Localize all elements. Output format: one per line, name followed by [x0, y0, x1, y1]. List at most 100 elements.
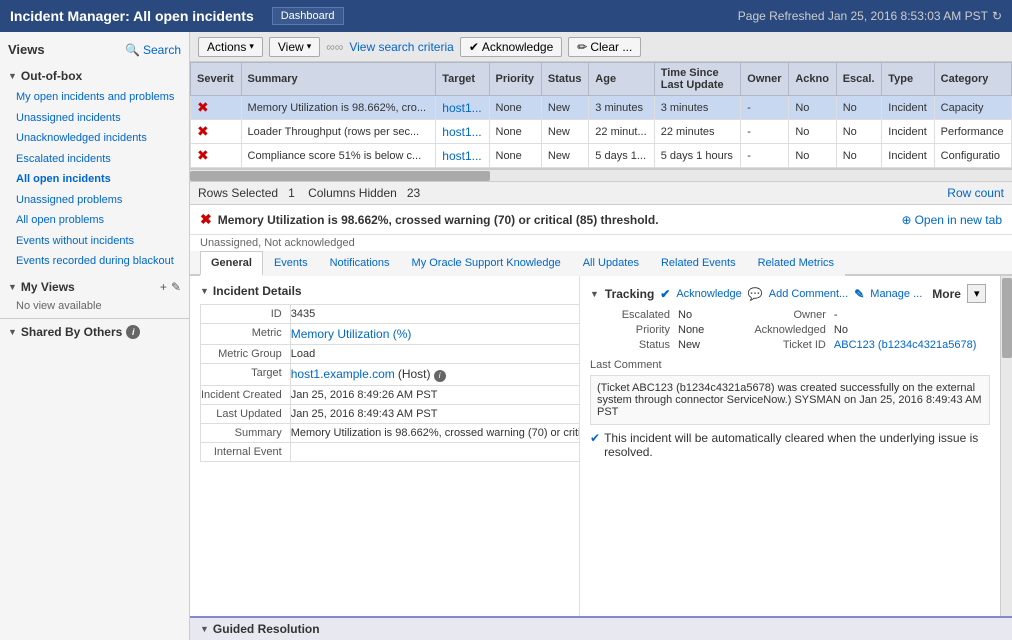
col-summary[interactable]: Summary	[241, 63, 436, 96]
manage-link[interactable]: Manage ...	[870, 288, 922, 300]
auto-clear-notice: ✔ This incident will be automatically cl…	[590, 431, 990, 459]
cell-category: Capacity	[934, 96, 1011, 120]
shared-by-others-header[interactable]: ▼ Shared By Others i	[0, 318, 189, 345]
rows-selected-count: 1	[288, 186, 295, 200]
tab-events[interactable]: Events	[263, 251, 319, 276]
target-link-cell[interactable]: host1...	[442, 149, 481, 163]
check-icon: ✔	[469, 40, 479, 54]
table-row[interactable]: ✖ Compliance score 51% is below c... hos…	[191, 144, 1012, 168]
tab-related-events[interactable]: Related Events	[650, 251, 747, 276]
vertical-scrollbar[interactable]	[1000, 276, 1012, 616]
target-info-icon[interactable]: i	[434, 370, 446, 382]
cell-status: New	[541, 120, 588, 144]
target-link-cell[interactable]: host1...	[442, 101, 481, 115]
my-views-section: ▼ My Views + ✎	[0, 276, 189, 298]
col-acknowledged[interactable]: Ackno	[789, 63, 836, 96]
acknowledge-button[interactable]: ✔ Acknowledge	[460, 37, 562, 57]
clear-button[interactable]: ✏ Clear ...	[568, 37, 641, 57]
incidents-table-container: Severit Summary Target Priority Status A…	[190, 62, 1012, 169]
sidebar-item-unassigned-problems[interactable]: Unassigned problems	[0, 190, 189, 211]
scroll-thumb-vertical[interactable]	[1002, 278, 1012, 358]
cell-escalated: No	[836, 96, 882, 120]
col-priority[interactable]: Priority	[489, 63, 541, 96]
info-icon[interactable]: i	[126, 325, 140, 339]
sidebar-item-events-blackout[interactable]: Events recorded during blackout	[0, 251, 189, 272]
refresh-icon[interactable]: ↻	[992, 9, 1002, 23]
views-title: Views	[8, 42, 45, 57]
col-target[interactable]: Target	[436, 63, 489, 96]
sidebar-item-escalated[interactable]: Escalated incidents	[0, 149, 189, 170]
scroll-thumb[interactable]	[190, 171, 490, 181]
target-link[interactable]: host1.example.com	[291, 367, 395, 381]
view-button[interactable]: View ▾	[269, 37, 320, 57]
tab-notifications[interactable]: Notifications	[319, 251, 401, 276]
add-comment-link[interactable]: Add Comment...	[769, 288, 848, 300]
internal-event-value	[290, 442, 580, 461]
tab-oracle-knowledge[interactable]: My Oracle Support Knowledge	[401, 251, 572, 276]
col-owner[interactable]: Owner	[741, 63, 789, 96]
table-row[interactable]: ✖ Loader Throughput (rows per sec... hos…	[191, 120, 1012, 144]
my-views-collapse-icon: ▼	[8, 282, 17, 292]
horizontal-scrollbar[interactable]	[190, 169, 1012, 181]
tracking-grid: Escalated No Owner - Priority None Ackno…	[590, 309, 990, 351]
view-search-criteria-button[interactable]: View search criteria	[349, 40, 453, 54]
search-icon: 🔍	[125, 43, 140, 57]
sidebar-item-all-open[interactable]: All open incidents	[0, 169, 189, 190]
severity-error-icon: ✖	[197, 99, 209, 115]
edit-view-button[interactable]: ✎	[171, 280, 181, 294]
summary-value: Memory Utilization is 98.662%, crossed w…	[290, 423, 580, 442]
out-of-box-label: Out-of-box	[21, 69, 82, 83]
actions-dropdown-icon: ▾	[249, 41, 254, 52]
search-button[interactable]: 🔍 Search	[125, 43, 181, 57]
col-type[interactable]: Type	[882, 63, 934, 96]
detail-row-id: ID 3435	[201, 305, 581, 324]
tracking-panel: ▼ Tracking ✔ Acknowledge 💬 Add Comment..…	[580, 276, 1000, 616]
sidebar-item-unassigned-incidents[interactable]: Unassigned incidents	[0, 108, 189, 129]
sidebar-item-unacknowledged[interactable]: Unacknowledged incidents	[0, 128, 189, 149]
cell-age: 3 minutes	[589, 96, 654, 120]
metric-link[interactable]: Memory Utilization (%)	[291, 327, 412, 341]
tab-general[interactable]: General	[200, 251, 263, 276]
guided-resolution-section[interactable]: ▼ Guided Resolution	[190, 616, 1012, 640]
open-in-new-tab-link[interactable]: ⊕ Open in new tab	[902, 213, 1002, 227]
detail-row-incident-created: Incident Created Jan 25, 2016 8:49:26 AM…	[201, 385, 581, 404]
row-count-link[interactable]: Row count	[947, 186, 1004, 200]
col-escalated[interactable]: Escal.	[836, 63, 882, 96]
table-row[interactable]: ✖ Memory Utilization is 98.662%, cro... …	[191, 96, 1012, 120]
col-status[interactable]: Status	[541, 63, 588, 96]
cell-severity: ✖	[191, 96, 242, 120]
sidebar-item-events-without[interactable]: Events without incidents	[0, 231, 189, 252]
incident-created-label: Incident Created	[201, 385, 291, 404]
tab-all-updates[interactable]: All Updates	[572, 251, 650, 276]
id-label: ID	[201, 305, 291, 324]
cell-category: Configuratio	[934, 144, 1011, 168]
add-view-button[interactable]: +	[160, 280, 167, 294]
severity-error-icon: ✖	[197, 123, 209, 139]
col-category[interactable]: Category	[934, 63, 1011, 96]
cell-target: host1...	[436, 120, 489, 144]
ticket-id-link[interactable]: ABC123 (b1234c4321a5678)	[834, 339, 990, 351]
col-age[interactable]: Age	[589, 63, 654, 96]
col-time-since[interactable]: Time SinceLast Update	[654, 63, 741, 96]
sidebar-item-my-open[interactable]: My open incidents and problems	[0, 87, 189, 108]
target-link-cell[interactable]: host1...	[442, 125, 481, 139]
shared-by-others-label: Shared By Others	[21, 325, 122, 339]
target-label: Target	[201, 364, 291, 386]
out-of-box-header[interactable]: ▼ Out-of-box	[0, 65, 189, 87]
auto-clear-check-icon: ✔	[590, 431, 600, 445]
dashboard-button[interactable]: Dashboard	[272, 7, 344, 25]
actions-button[interactable]: Actions ▾	[198, 37, 263, 57]
detail-panel: ✖ Memory Utilization is 98.662%, crossed…	[190, 205, 1012, 640]
cell-target: host1...	[436, 144, 489, 168]
cell-acknowledged: No	[789, 96, 836, 120]
more-dropdown-button[interactable]: ▾	[967, 284, 987, 303]
incident-details-header[interactable]: ▼ Incident Details	[200, 284, 569, 298]
no-view-text: No view available	[0, 298, 189, 314]
col-severity[interactable]: Severit	[191, 63, 242, 96]
cell-target: host1...	[436, 96, 489, 120]
metric-label: Metric	[201, 324, 291, 345]
acknowledge-link[interactable]: Acknowledge	[676, 288, 741, 300]
sidebar-item-all-open-problems[interactable]: All open problems	[0, 210, 189, 231]
cell-summary: Loader Throughput (rows per sec...	[241, 120, 436, 144]
tab-related-metrics[interactable]: Related Metrics	[747, 251, 845, 276]
